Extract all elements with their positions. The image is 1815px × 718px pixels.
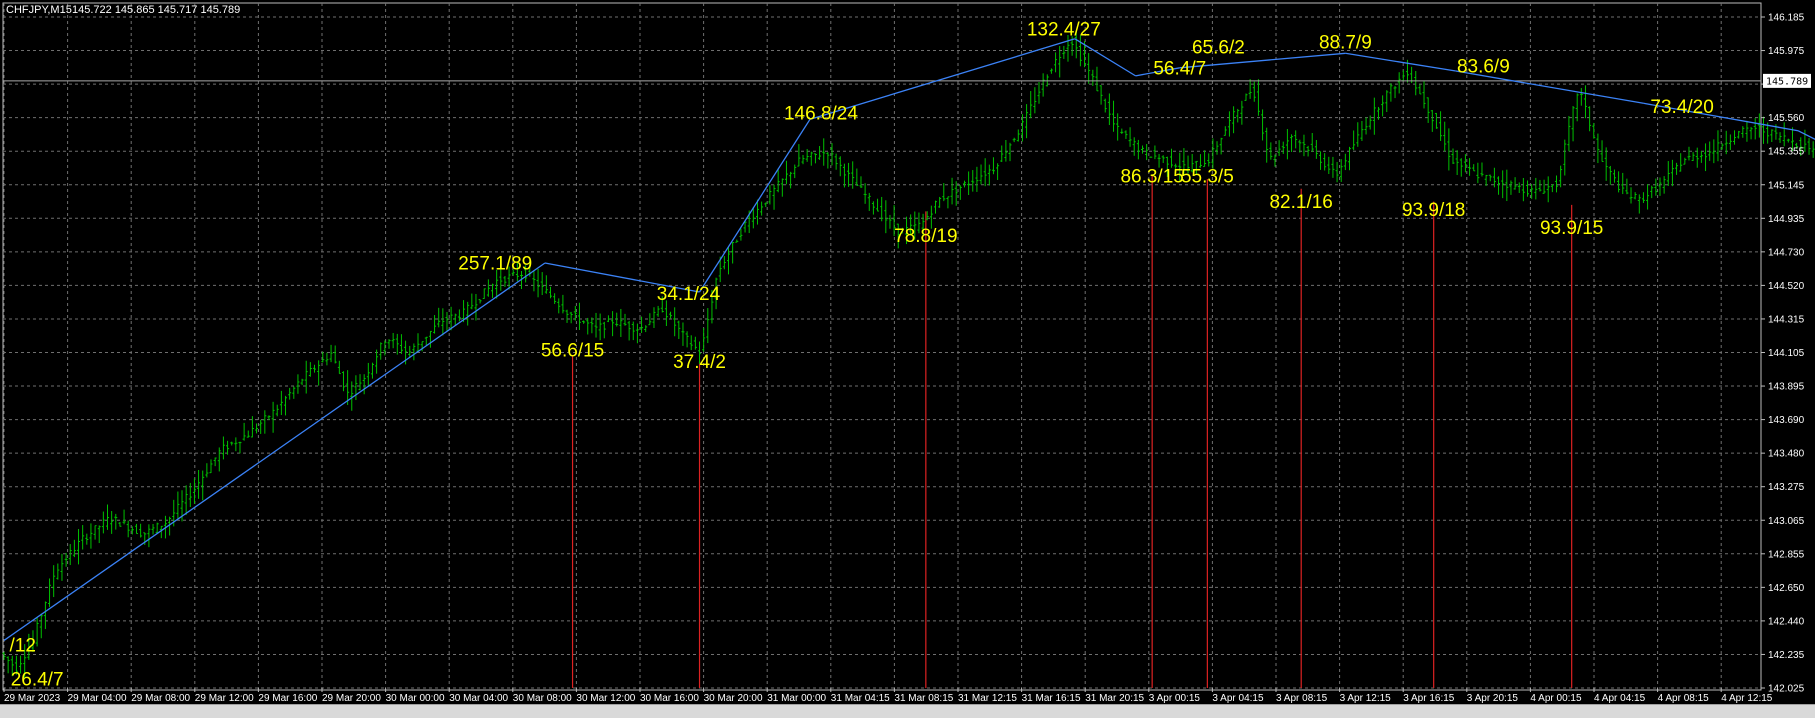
time-tick-label: 31 Mar 00:00 bbox=[767, 693, 826, 704]
chart-background bbox=[0, 0, 1815, 717]
time-tick-label: 30 Mar 20:00 bbox=[704, 693, 763, 704]
wave-label: 132.4/27 bbox=[1027, 20, 1101, 41]
time-tick-label: 31 Mar 08:15 bbox=[894, 693, 953, 704]
time-tick-label: 4 Apr 04:15 bbox=[1594, 693, 1646, 704]
time-tick-label: 29 Mar 04:00 bbox=[68, 693, 127, 704]
price-tick-label: 143.895 bbox=[1768, 382, 1805, 393]
time-tick-label: 3 Apr 04:15 bbox=[1212, 693, 1264, 704]
price-tick-label: 144.105 bbox=[1768, 348, 1805, 359]
time-tick-label: 31 Mar 12:15 bbox=[958, 693, 1017, 704]
time-tick-label: 4 Apr 08:15 bbox=[1658, 693, 1710, 704]
current-price-tag: 145.789 bbox=[1763, 74, 1811, 88]
wave-label: 26.4/7 bbox=[11, 670, 64, 691]
wave-label: 34.1/24 bbox=[657, 284, 721, 305]
time-tick-label: 30 Mar 16:00 bbox=[640, 693, 699, 704]
time-tick-label: 29 Mar 08:00 bbox=[131, 693, 190, 704]
price-tick-label: 143.480 bbox=[1768, 449, 1805, 460]
chart-ohlc: 145.722 145.865 145.717 145.789 bbox=[72, 4, 240, 16]
wave-label: 65.6/2 bbox=[1192, 37, 1245, 58]
time-tick-label: 30 Mar 00:00 bbox=[386, 693, 445, 704]
time-tick-label: 29 Mar 12:00 bbox=[195, 693, 254, 704]
time-tick-label: 4 Apr 00:15 bbox=[1530, 693, 1582, 704]
status-strip bbox=[0, 704, 1815, 718]
price-tick-label: 144.520 bbox=[1768, 281, 1805, 292]
wave-label: 37.4/2 bbox=[673, 352, 726, 373]
price-tick-label: 146.185 bbox=[1768, 13, 1805, 24]
price-axis: 146.185145.975145.770145.560145.355145.1… bbox=[1761, 13, 1805, 695]
price-tick-label: 145.975 bbox=[1768, 46, 1805, 57]
time-tick-label: 30 Mar 08:00 bbox=[513, 693, 572, 704]
wave-label: 257.1/89 bbox=[458, 253, 532, 274]
price-tick-label: 145.560 bbox=[1768, 113, 1805, 124]
price-tick-label: 142.235 bbox=[1768, 650, 1805, 661]
wave-label: 93.9/15 bbox=[1540, 218, 1603, 239]
price-tick-label: 144.730 bbox=[1768, 247, 1805, 258]
wave-label: 83.6/9 bbox=[1457, 57, 1510, 78]
time-tick-label: 31 Mar 20:15 bbox=[1085, 693, 1144, 704]
price-tick-label: 145.355 bbox=[1768, 147, 1805, 158]
time-tick-label: 29 Mar 2023 bbox=[4, 693, 61, 704]
price-tick-label: 144.315 bbox=[1768, 314, 1805, 325]
price-tick-label: 142.650 bbox=[1768, 583, 1805, 594]
wave-label: 55.3/5 bbox=[1181, 166, 1234, 187]
price-tick-label: 143.275 bbox=[1768, 482, 1805, 493]
wave-label: 56.6/15 bbox=[541, 341, 604, 362]
wave-label: 86.3/15 bbox=[1120, 166, 1183, 187]
price-tick-label: 142.025 bbox=[1768, 684, 1805, 695]
time-tick-label: 4 Apr 12:15 bbox=[1721, 693, 1773, 704]
time-tick-label: 3 Apr 20:15 bbox=[1467, 693, 1519, 704]
time-tick-label: 30 Mar 04:00 bbox=[449, 693, 508, 704]
time-tick-label: 3 Apr 00:15 bbox=[1149, 693, 1201, 704]
wave-label: 93.9/18 bbox=[1402, 200, 1465, 221]
price-chart[interactable]: /12 26.4/7 257.1/89 56.6/15 34.1/24 37.4/2 146… bbox=[0, 0, 1815, 717]
wave-label: 73.4/20 bbox=[1650, 97, 1713, 118]
time-tick-label: 3 Apr 16:15 bbox=[1403, 693, 1455, 704]
price-tick-label: 144.935 bbox=[1768, 214, 1805, 225]
time-tick-label: 29 Mar 16:00 bbox=[258, 693, 317, 704]
wave-label: 56.4/7 bbox=[1153, 58, 1206, 79]
time-tick-label: 30 Mar 12:00 bbox=[576, 693, 635, 704]
time-tick-label: 31 Mar 16:15 bbox=[1022, 693, 1081, 704]
time-tick-label: 3 Apr 12:15 bbox=[1340, 693, 1392, 704]
price-tick-label: 142.440 bbox=[1768, 616, 1805, 627]
wave-label: 146.8/24 bbox=[784, 103, 858, 124]
time-tick-label: 29 Mar 20:00 bbox=[322, 693, 381, 704]
price-tick-label: 143.690 bbox=[1768, 415, 1805, 426]
wave-label: 82.1/16 bbox=[1269, 192, 1332, 213]
wave-label: 78.8/19 bbox=[894, 226, 957, 247]
wave-label: 88.7/9 bbox=[1319, 32, 1372, 53]
current-price-value: 145.789 bbox=[1766, 76, 1808, 87]
price-tick-label: 143.065 bbox=[1768, 516, 1805, 527]
chart-symbol: CHFJPY,M15 bbox=[6, 4, 72, 16]
wave-label: /12 bbox=[10, 636, 36, 657]
time-tick-label: 31 Mar 04:15 bbox=[831, 693, 890, 704]
time-tick-label: 3 Apr 08:15 bbox=[1276, 693, 1328, 704]
price-tick-label: 145.145 bbox=[1768, 180, 1805, 191]
price-tick-label: 142.855 bbox=[1768, 549, 1805, 560]
